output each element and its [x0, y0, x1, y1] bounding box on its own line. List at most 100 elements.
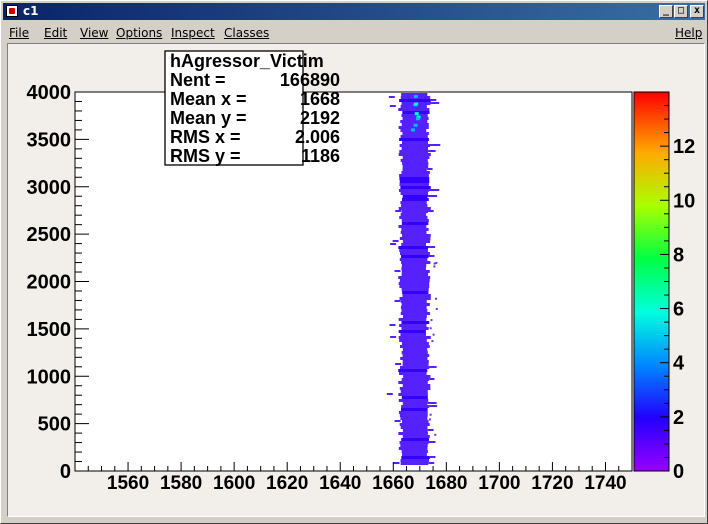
x-tick-label: 1620 — [266, 473, 308, 494]
band-cell — [428, 150, 436, 152]
band-cell — [400, 444, 428, 447]
band-cell — [389, 105, 396, 107]
band-cell — [402, 195, 428, 198]
band-cell — [395, 210, 402, 212]
band-cell — [401, 267, 426, 270]
band-cell — [401, 204, 428, 207]
band-cell — [401, 378, 430, 381]
y-tick-label: 2000 — [27, 272, 72, 294]
stats-value: 2192 — [300, 108, 340, 128]
band-cell — [415, 117, 420, 121]
stats-label: Mean y = — [170, 108, 247, 128]
band-cell — [398, 153, 431, 156]
band-cell — [398, 276, 431, 279]
band-cell — [399, 285, 430, 288]
band-cell — [386, 393, 393, 395]
band-cell — [401, 147, 429, 150]
band-cell — [429, 456, 436, 458]
band-cell — [390, 336, 397, 338]
band-cell — [401, 420, 429, 423]
z-tick-label: 0 — [673, 461, 684, 483]
histogram-plot[interactable]: 1560 1580 1600 1620 1640 1660 1680 1700 1720 1740… — [0, 0, 708, 524]
band-cell — [428, 246, 436, 248]
band-cell — [402, 240, 431, 243]
band-cell — [399, 177, 430, 180]
band-cell — [399, 99, 431, 102]
band-cell — [398, 282, 430, 285]
band-cell — [399, 144, 431, 147]
band-cell — [401, 321, 430, 324]
x-tick-label: 1560 — [107, 473, 149, 494]
band-cell — [401, 228, 429, 231]
band-cell — [399, 258, 428, 261]
band-cell — [435, 261, 438, 264]
z-tick-label: 8 — [673, 244, 684, 266]
band-cell — [401, 396, 428, 399]
band-cell — [400, 426, 428, 429]
band-cell — [401, 261, 431, 264]
band-cell — [402, 453, 427, 456]
band-cell — [399, 150, 429, 153]
band-cell — [400, 120, 428, 123]
band-cell — [430, 319, 433, 322]
band-cell — [428, 441, 436, 443]
stats-value: 166890 — [280, 70, 340, 90]
plot-frame — [74, 91, 633, 472]
band-cell — [389, 324, 396, 326]
band-cell — [400, 192, 429, 195]
x-tick-label: 1740 — [584, 473, 626, 494]
band-cell — [401, 270, 430, 273]
band-cell — [402, 384, 431, 387]
band-cell — [398, 432, 428, 435]
band-cell — [401, 114, 428, 117]
band-cell — [399, 180, 430, 183]
band-cell — [435, 297, 438, 300]
x-tick-label: 1660 — [372, 473, 414, 494]
band-cell — [433, 265, 436, 268]
band-cell — [428, 255, 435, 257]
band-cell — [400, 306, 427, 309]
band-cell — [399, 279, 430, 282]
band-cell — [398, 411, 428, 414]
band-cell — [400, 312, 431, 315]
stats-label: Nent = — [170, 70, 226, 90]
band-cell — [427, 429, 434, 431]
band-cell — [430, 99, 437, 101]
band-cell — [398, 447, 428, 450]
band-cell — [401, 351, 428, 354]
band-cell — [429, 378, 435, 380]
band-cell — [402, 156, 430, 159]
y-tick-label: 1000 — [27, 366, 72, 388]
band-cell — [434, 433, 437, 436]
band-cell — [392, 240, 399, 242]
band-cell — [427, 402, 437, 404]
band-cell — [398, 399, 429, 402]
band-cell — [435, 307, 438, 310]
band-cell — [402, 429, 428, 432]
band-cell — [402, 435, 430, 438]
band-cell — [398, 207, 431, 210]
band-cell — [401, 210, 429, 213]
z-tick-label: 2 — [673, 407, 684, 429]
band-cell — [398, 372, 427, 375]
y-tick-label: 2500 — [27, 224, 72, 246]
band-cell — [398, 318, 427, 321]
band-cell — [398, 330, 426, 333]
band-cell — [402, 315, 427, 318]
band-cell — [427, 195, 438, 197]
band-cell — [402, 162, 429, 165]
band-cell — [402, 363, 429, 366]
band-cell — [400, 459, 430, 462]
stats-box: hAgressor_Victim Nent = 166890 Mean x = 166… — [164, 50, 340, 166]
band-cell — [398, 225, 427, 228]
band-cell — [401, 405, 430, 408]
band-cell — [402, 198, 429, 201]
band-cell — [431, 340, 434, 343]
band-cell — [399, 237, 431, 240]
x-tick-label: 1680 — [425, 473, 467, 494]
band-cell — [402, 168, 427, 171]
band-cell — [429, 327, 432, 330]
stats-value: 2.006 — [295, 127, 340, 147]
band-cell — [399, 183, 429, 186]
band-cell — [402, 360, 429, 363]
